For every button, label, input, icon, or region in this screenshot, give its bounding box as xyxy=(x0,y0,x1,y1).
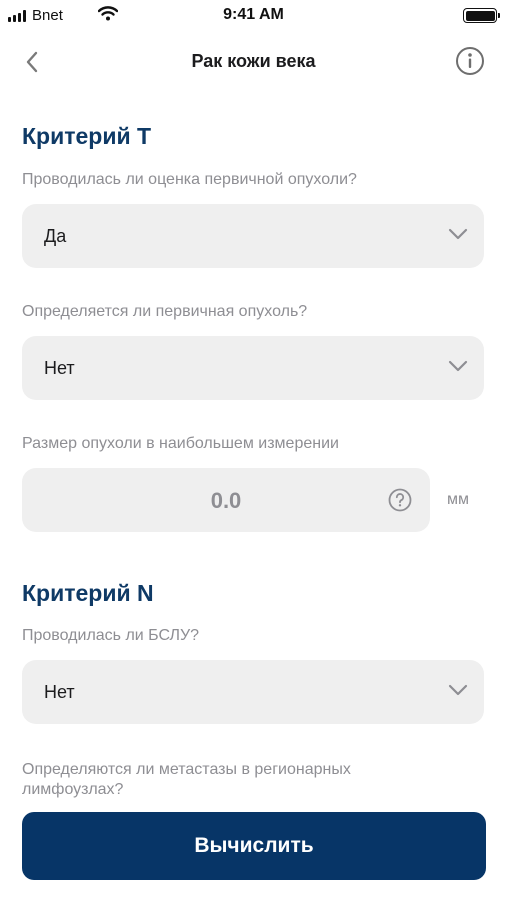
select-primary-tumor-assessed[interactable]: Да xyxy=(22,204,484,268)
question-sentinel-biopsy: Проводилась ли БСЛУ? xyxy=(22,627,200,644)
question-primary-tumor-detected: Определяется ли первичная опухоль? xyxy=(22,303,308,320)
calculate-button[interactable]: Вычислить xyxy=(22,812,486,880)
section-title-criterion-t: Критерий T xyxy=(22,123,152,149)
select-value: Нет xyxy=(44,682,75,702)
select-primary-tumor-detected[interactable]: Нет xyxy=(22,336,484,400)
chevron-down-icon xyxy=(448,684,468,696)
question-primary-tumor-assessed: Проводилась ли оценка первичной опухоли? xyxy=(22,171,357,188)
nav-bar: Рак кожи века xyxy=(0,40,507,84)
section-title-criterion-n: Критерий N xyxy=(22,580,154,606)
chevron-down-icon xyxy=(448,360,468,372)
unit-label: мм xyxy=(447,491,469,508)
tumor-size-input[interactable]: 0.0 xyxy=(22,468,430,532)
select-value: Да xyxy=(44,226,67,246)
info-icon[interactable] xyxy=(455,46,485,76)
question-tumor-size: Размер опухоли в наибольшем измерении xyxy=(22,435,339,452)
select-sentinel-biopsy[interactable]: Нет xyxy=(22,660,484,724)
question-mark-icon[interactable] xyxy=(388,488,412,512)
calculate-button-label: Вычислить xyxy=(194,834,314,857)
chevron-down-icon xyxy=(448,228,468,240)
status-time: 9:41 AM xyxy=(223,6,284,23)
page-title: Рак кожи века xyxy=(191,51,316,71)
battery-icon xyxy=(463,8,500,23)
tumor-size-value: 0.0 xyxy=(210,488,242,513)
select-value: Нет xyxy=(44,358,75,378)
status-bar: Bnet 9:41 AM xyxy=(0,0,507,32)
question-regional-metastases: Определяются ли метастазы в регионарных … xyxy=(22,761,351,798)
